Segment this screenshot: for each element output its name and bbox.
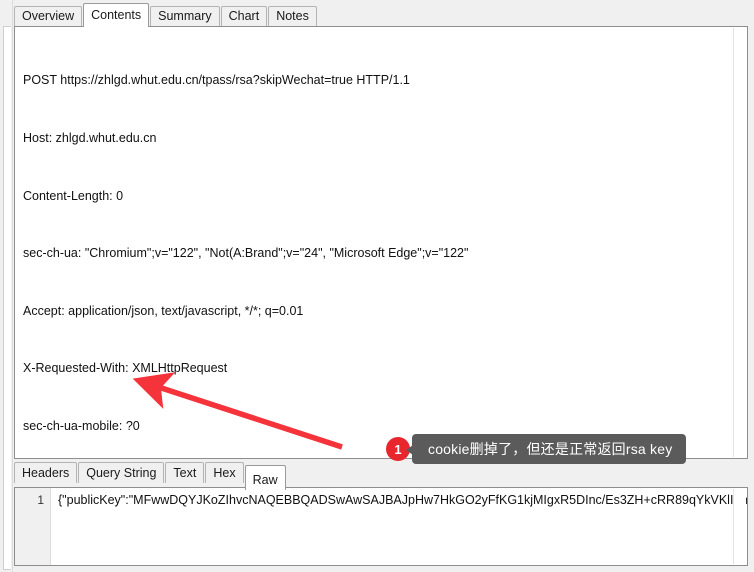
tab-chart[interactable]: Chart bbox=[220, 6, 268, 26]
request-line: POST https://zhlgd.whut.edu.cn/tpass/rsa… bbox=[23, 73, 410, 88]
tab-notes[interactable]: Notes bbox=[268, 6, 317, 26]
response-raw-pane[interactable]: 1 {"publicKey":"MFwwDQYJKoZIhvcNAQEBBQAD… bbox=[14, 487, 748, 566]
tab-notes-label: Notes bbox=[276, 9, 309, 23]
tab-chart-label: Chart bbox=[228, 9, 260, 23]
request-contents-area: POST https://zhlgd.whut.edu.cn/tpass/rsa… bbox=[14, 26, 748, 459]
tab-summary-label: Summary bbox=[158, 9, 212, 23]
tab-summary[interactable]: Summary bbox=[150, 6, 220, 26]
tab-hex-label: Hex bbox=[213, 466, 236, 480]
header-x-requested-with: X-Requested-With: XMLHttpRequest bbox=[23, 361, 228, 376]
tab-raw-label: Raw bbox=[252, 473, 278, 487]
request-raw-pane[interactable]: POST https://zhlgd.whut.edu.cn/tpass/rsa… bbox=[14, 26, 748, 459]
tab-query-string[interactable]: Query String bbox=[78, 462, 165, 483]
tab-raw[interactable]: Raw bbox=[244, 465, 286, 490]
response-body-area: 1 {"publicKey":"MFwwDQYJKoZIhvcNAQEBBQAD… bbox=[14, 487, 748, 566]
tab-query-string-label: Query String bbox=[86, 466, 157, 480]
tab-text-label: Text bbox=[173, 466, 197, 480]
tab-headers-label: Headers bbox=[22, 466, 70, 480]
tab-overview-label: Overview bbox=[22, 9, 75, 23]
header-accept: Accept: application/json, text/javascrip… bbox=[23, 303, 304, 318]
tab-hex[interactable]: Hex bbox=[205, 462, 244, 483]
response-pane-vertical-scrollbar[interactable] bbox=[733, 489, 746, 564]
tab-headers[interactable]: Headers bbox=[14, 462, 78, 483]
tab-contents[interactable]: Contents bbox=[83, 3, 150, 27]
tab-overview[interactable]: Overview bbox=[14, 6, 83, 26]
header-sec-ch-ua: sec-ch-ua: "Chromium";v="122", "Not(A:Br… bbox=[23, 246, 469, 261]
header-content-length: Content-Length: 0 bbox=[23, 188, 124, 203]
top-tab-bar: Overview Contents Summary Chart Notes bbox=[0, 0, 754, 27]
line-number: 1 bbox=[37, 493, 44, 507]
left-rail-inner bbox=[3, 26, 11, 570]
request-pane-vertical-scrollbar[interactable] bbox=[733, 28, 746, 457]
line-number-gutter: 1 bbox=[15, 488, 51, 565]
bottom-tab-bar: Headers Query String Text Hex Raw bbox=[0, 459, 754, 490]
header-host: Host: zhlgd.whut.edu.cn bbox=[23, 131, 157, 146]
response-body-text: {"publicKey":"MFwwDQYJKoZIhvcNAQEBBQADSw… bbox=[58, 493, 747, 507]
tab-contents-label: Contents bbox=[91, 8, 142, 22]
tab-text[interactable]: Text bbox=[165, 462, 205, 483]
request-raw-text: POST https://zhlgd.whut.edu.cn/tpass/rsa… bbox=[15, 27, 747, 458]
http-inspector-window: Overview Contents Summary Chart Notes PO… bbox=[0, 0, 754, 572]
window-left-rail bbox=[0, 0, 13, 572]
header-sec-ch-ua-mobile: sec-ch-ua-mobile: ?0 bbox=[23, 419, 140, 434]
